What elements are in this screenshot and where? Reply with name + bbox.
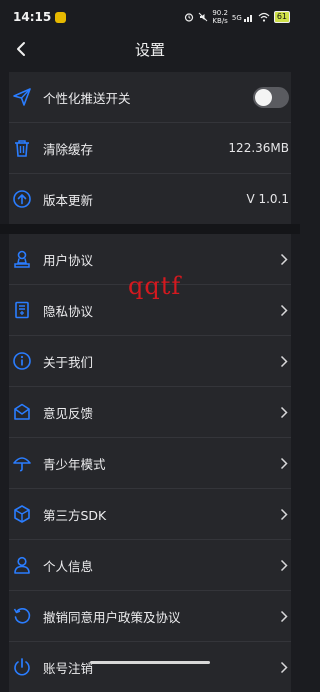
list-item-feedback[interactable]: 意见反馈: [9, 387, 291, 438]
section-divider: [0, 224, 300, 234]
list-item-account-deletion[interactable]: 账号注销: [9, 642, 291, 692]
chevron-right-icon: [279, 660, 289, 674]
push-toggle-container: [253, 86, 289, 108]
chevron-right-icon: [279, 303, 289, 317]
back-button[interactable]: [10, 37, 32, 61]
chevron-right-icon: [279, 252, 289, 266]
user-agreement-icon: [11, 248, 33, 270]
battery-indicator: 61: [273, 11, 290, 23]
wifi-icon: [258, 12, 270, 22]
network-speed: 90.2 KB/s: [212, 9, 228, 25]
privacy-icon: [11, 299, 33, 321]
upgrade-icon: [11, 188, 33, 210]
list-item-third-party-sdk[interactable]: 第三方SDK: [9, 489, 291, 540]
home-indicator[interactable]: [90, 661, 210, 664]
clear-cache-row[interactable]: 清除缓存 122.36MB: [9, 123, 291, 174]
version-update-label: 版本更新: [43, 192, 94, 208]
page-title: 设置: [134, 40, 165, 59]
list-item-label: 个人信息: [43, 558, 94, 574]
net-speed-unit: KB/s: [212, 17, 228, 25]
list-item-about[interactable]: 关于我们: [9, 336, 291, 387]
watermark-text: qqtf: [128, 272, 182, 300]
signal-label: 5G: [231, 13, 242, 22]
list-item-label: 撤销同意用户政策及协议: [43, 609, 181, 625]
list-item-label: 第三方SDK: [43, 507, 107, 523]
status-bar: 14:15 90.2 KB/s 5G 61: [0, 0, 300, 34]
list-item-label: 青少年模式: [43, 456, 106, 472]
push-toggle-label: 个性化推送开关: [43, 90, 131, 106]
umbrella-icon: [11, 452, 33, 474]
clear-cache-label: 清除缓存: [43, 141, 94, 157]
settings-group-legal: 用户协议 隐私协议 关于我们 意见反馈 青少年模式 第三方SDK 个人信息 撤销…: [9, 234, 291, 692]
power-icon: [11, 656, 33, 678]
chevron-right-icon: [279, 558, 289, 572]
app-notification-icon: [55, 11, 67, 23]
status-icons: 90.2 KB/s 5G 61: [184, 9, 290, 25]
list-item-label: 账号注销: [43, 660, 94, 676]
revoke-icon: [11, 605, 33, 627]
person-icon: [11, 554, 33, 576]
version-update-row[interactable]: 版本更新 V 1.0.1: [9, 174, 291, 224]
back-arrow-icon: [17, 42, 25, 56]
list-item-label: 用户协议: [43, 252, 94, 268]
cache-size: 122.36MB: [228, 141, 289, 155]
list-item-teen-mode[interactable]: 青少年模式: [9, 438, 291, 489]
settings-group-general: 个性化推送开关 清除缓存 122.36MB 版本更新 V 1.0.1: [9, 72, 291, 224]
alarm-icon: [184, 12, 194, 22]
chevron-right-icon: [279, 609, 289, 623]
signal-icon: 5G: [232, 13, 254, 22]
list-item-label: 关于我们: [43, 354, 94, 370]
feedback-icon: [11, 401, 33, 423]
push-toggle-row: 个性化推送开关: [9, 72, 291, 123]
chevron-right-icon: [279, 507, 289, 521]
send-icon: [11, 86, 33, 108]
mute-icon: [198, 12, 208, 22]
nav-bar: 设置: [0, 34, 300, 64]
status-time: 14:15: [13, 10, 52, 24]
list-item-personal-info[interactable]: 个人信息: [9, 540, 291, 591]
info-icon: [11, 350, 33, 372]
list-item-label: 意见反馈: [43, 405, 94, 421]
chevron-right-icon: [279, 354, 289, 368]
push-toggle-switch[interactable]: [253, 86, 289, 108]
net-speed-value: 90.2: [212, 9, 228, 17]
list-item-label: 隐私协议: [43, 303, 94, 319]
toggle-knob: [255, 88, 272, 106]
list-item-revoke-consent[interactable]: 撤销同意用户政策及协议: [9, 591, 291, 642]
chevron-right-icon: [279, 456, 289, 470]
chevron-right-icon: [279, 405, 289, 419]
version-number: V 1.0.1: [246, 192, 289, 206]
trash-icon: [11, 137, 33, 159]
cube-icon: [11, 503, 33, 525]
